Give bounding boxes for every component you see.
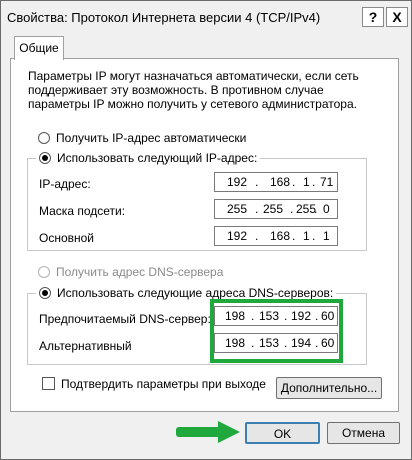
green-arrow-icon xyxy=(176,421,240,443)
ip-manual-label: Использовать следующий IP-адрес: xyxy=(57,151,258,165)
ip-address-input[interactable]: 192. 168. 1. 71 xyxy=(214,172,338,192)
subnet-mask-input[interactable]: 255. 255. 255. 0 xyxy=(214,199,338,219)
dns-manual-label: Использовать следующие адреса DNS-сервер… xyxy=(57,286,334,300)
ip-auto-label: Получить IP-адрес автоматически xyxy=(56,131,247,145)
preferred-dns-label: Предпочитаемый DNS-сервер: xyxy=(39,312,211,326)
dns-highlight-box xyxy=(210,299,343,363)
ip-auto-radio[interactable] xyxy=(38,132,50,144)
help-button[interactable]: ? xyxy=(362,7,384,27)
dns-auto-radio[interactable] xyxy=(38,266,50,278)
window-title: Свойства: Протокол Интернета версии 4 (T… xyxy=(7,10,321,25)
ok-button[interactable]: OK xyxy=(245,422,320,444)
gateway-input[interactable]: 192. 168. 1. 1 xyxy=(214,226,338,246)
ip-auto-option[interactable]: Получить IP-адрес автоматически xyxy=(38,131,250,145)
alternate-dns-label: Альтернативный xyxy=(39,339,132,353)
cancel-button[interactable]: Отмена xyxy=(327,422,400,444)
title-bar: Свойства: Протокол Интернета версии 4 (T… xyxy=(1,1,411,31)
dns-auto-option[interactable]: Получить адрес DNS-сервера xyxy=(38,265,227,279)
ip-manual-radio[interactable] xyxy=(39,152,51,164)
gateway-label: Основной xyxy=(39,231,95,245)
close-button[interactable]: X xyxy=(386,7,408,27)
dns-manual-radio[interactable] xyxy=(39,287,51,299)
validate-label: Подтвердить параметры при выходе xyxy=(61,377,266,391)
tab-general[interactable]: Общие xyxy=(14,36,64,60)
ip-address-label: IP-адрес: xyxy=(39,177,91,191)
dns-manual-option[interactable]: Использовать следующие адреса DNS-сервер… xyxy=(36,286,337,300)
description-text: Параметры IP могут назначаться автоматич… xyxy=(28,69,359,111)
validate-checkbox[interactable] xyxy=(42,377,55,390)
subnet-mask-label: Маска подсети: xyxy=(39,204,126,218)
dns-auto-label: Получить адрес DNS-сервера xyxy=(56,265,224,279)
ip-manual-option[interactable]: Использовать следующий IP-адрес: xyxy=(36,151,261,165)
advanced-button[interactable]: Дополнительно... xyxy=(276,377,382,399)
